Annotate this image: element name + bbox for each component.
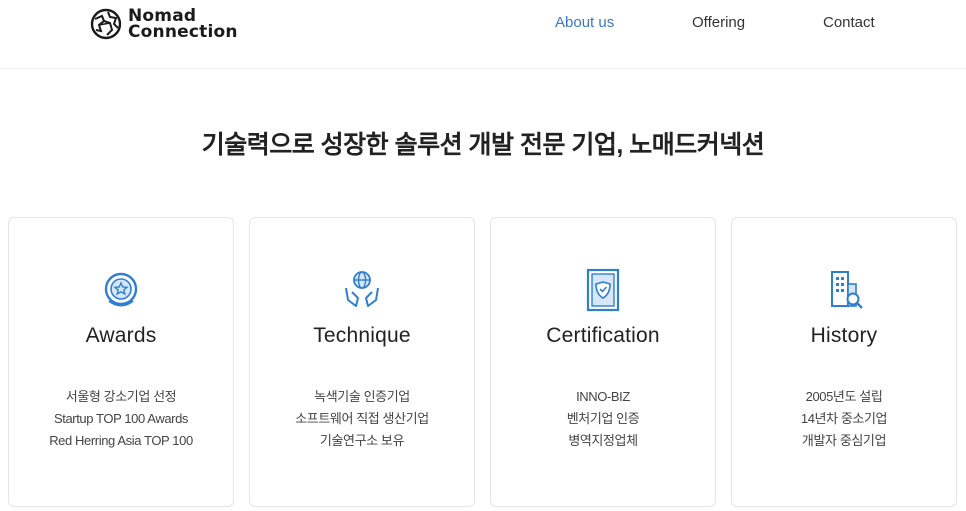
card-line: INNO-BIZ xyxy=(576,389,630,404)
card-description: 서울형 강소기업 선정 Startup TOP 100 Awards Red H… xyxy=(9,386,233,452)
card-title: Technique xyxy=(313,324,411,347)
feature-card-certification: Certification INNO-BIZ 벤처기업 인증 병역지정업체 xyxy=(490,217,716,507)
nav-offering[interactable]: Offering xyxy=(692,14,745,31)
card-title: Awards xyxy=(85,324,157,347)
card-title: History xyxy=(810,324,878,347)
card-line: 서울형 강소기업 선정 xyxy=(65,389,177,404)
card-line: 벤처기업 인증 xyxy=(566,411,640,426)
card-line: 소프트웨어 직접 생산기업 xyxy=(295,411,429,426)
site-header: Nomad Connection About us Offering Conta… xyxy=(0,0,966,69)
globe-hands-icon xyxy=(345,271,379,307)
card-description: INNO-BIZ 벤처기업 인증 병역지정업체 xyxy=(491,386,715,452)
card-line: 2005년도 설립 xyxy=(805,389,883,404)
feature-card-technique: Technique 녹색기술 인증기업 소프트웨어 직접 생산기업 기술연구소 … xyxy=(249,217,475,507)
card-line: 기술연구소 보유 xyxy=(319,433,405,448)
building-search-icon xyxy=(831,271,863,309)
award-medal-icon xyxy=(104,272,138,307)
card-line: 14년차 중소기업 xyxy=(800,411,888,426)
card-description: 녹색기술 인증기업 소프트웨어 직접 생산기업 기술연구소 보유 xyxy=(250,386,474,452)
card-line: 개발자 중심기업 xyxy=(801,433,887,448)
nav-contact[interactable]: Contact xyxy=(823,14,875,31)
card-description: 2005년도 설립 14년차 중소기업 개발자 중심기업 xyxy=(732,386,956,452)
feature-card-awards: Awards 서울형 강소기업 선정 Startup TOP 100 Award… xyxy=(8,217,234,507)
card-line: Startup TOP 100 Awards xyxy=(53,411,189,426)
feature-card-history: History 2005년도 설립 14년차 중소기업 개발자 중심기업 xyxy=(731,217,957,507)
card-line: 녹색기술 인증기업 xyxy=(314,389,410,404)
nav-about-us[interactable]: About us xyxy=(555,14,614,31)
card-line: Red Herring Asia TOP 100 xyxy=(49,433,193,448)
certificate-shield-icon xyxy=(586,268,620,312)
card-line: 병역지정업체 xyxy=(568,433,638,448)
page-headline: 기술력으로 성장한 솔루션 개발 전문 기업, 노매드커넥션 xyxy=(201,131,765,159)
card-title: Certification xyxy=(546,324,660,347)
main-nav: About us Offering Contact xyxy=(0,14,966,34)
